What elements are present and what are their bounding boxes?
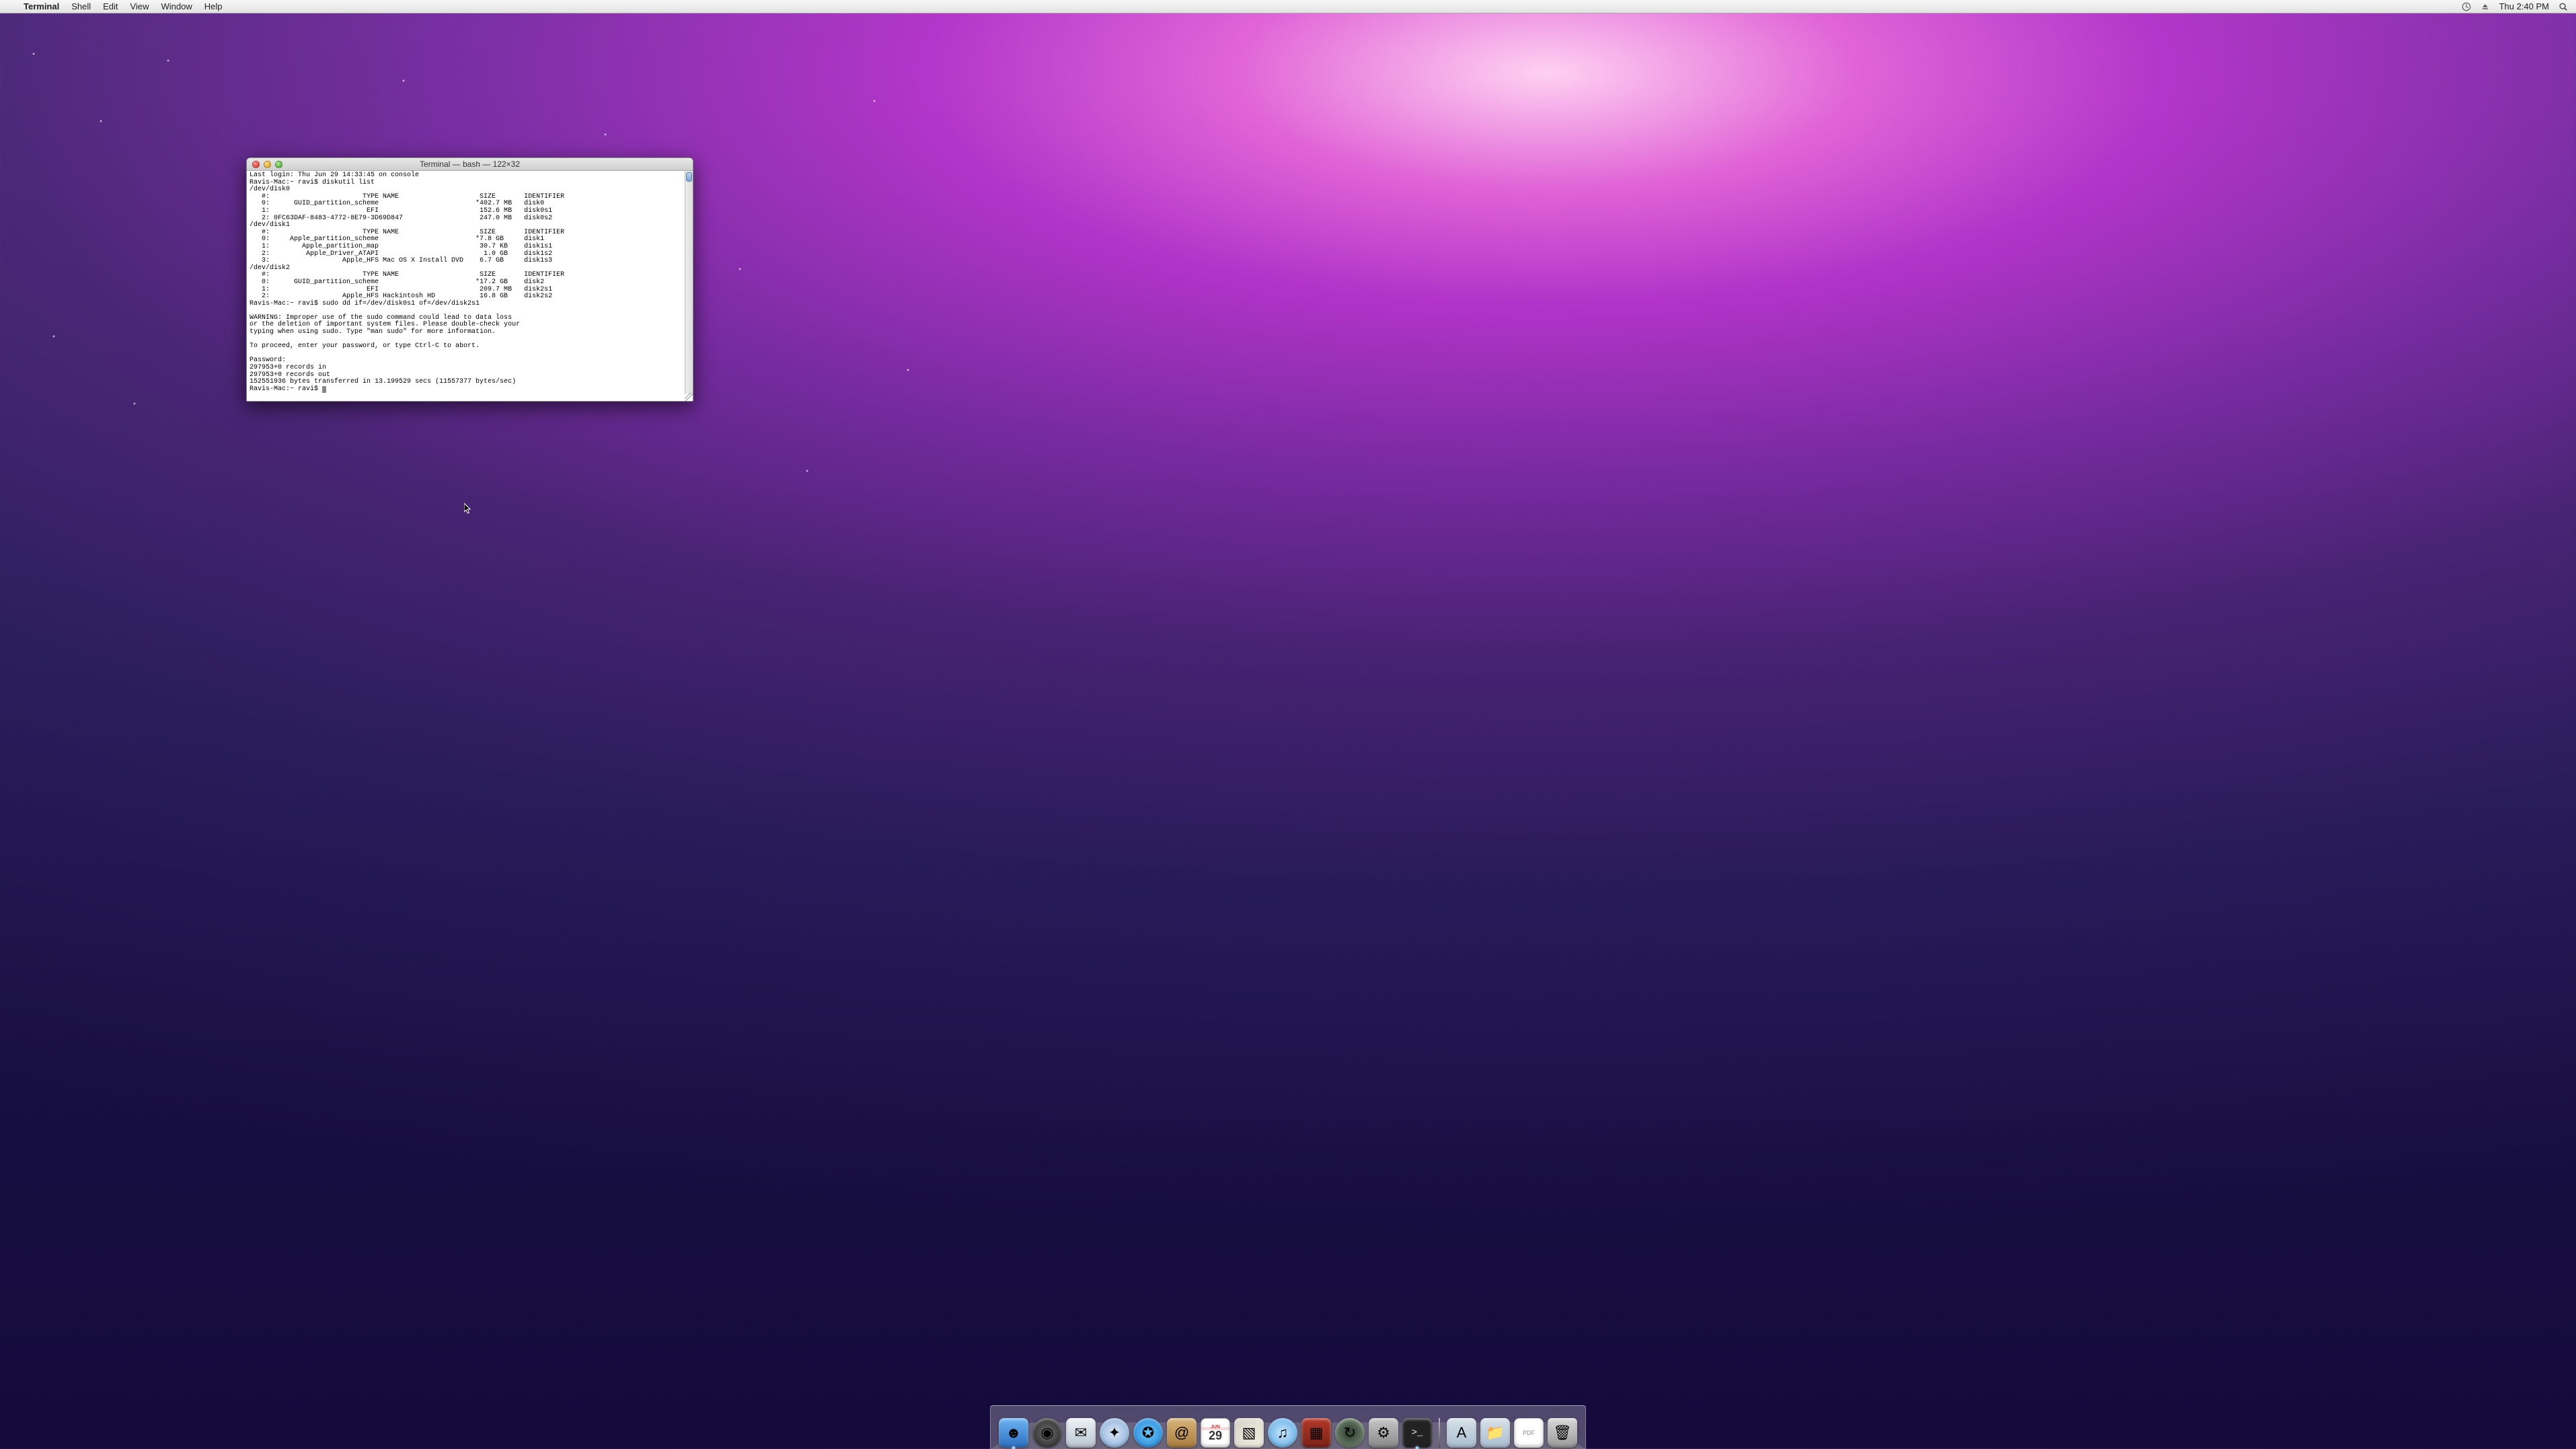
dock-item-preview[interactable]: ▧ [1234, 1418, 1264, 1448]
dock: ☻◉✉✦✪@JUN29▧♫▦↻⚙>_ A📁PDF🗑 [990, 1405, 1586, 1449]
terminal-cursor [322, 386, 326, 393]
menu-window[interactable]: Window [155, 1, 198, 11]
trash-icon: 🗑 [1548, 1418, 1577, 1448]
ichat-icon: ✪ [1133, 1418, 1163, 1448]
dock-item-systempreferences[interactable]: ⚙ [1369, 1418, 1398, 1448]
dock-item-dashboard[interactable]: ◉ [1032, 1418, 1062, 1448]
window-close-button[interactable] [252, 161, 260, 168]
mouse-cursor-icon [464, 503, 472, 515]
eject-status-icon[interactable] [2480, 2, 2490, 11]
time-machine-status-icon[interactable] [2462, 2, 2471, 11]
terminal-output[interactable]: Last login: Thu Jun 29 14:33:45 on conso… [247, 171, 693, 401]
dock-item-finder[interactable]: ☻ [999, 1418, 1028, 1448]
photobooth-icon: ▦ [1301, 1418, 1331, 1448]
terminal-window[interactable]: Terminal — bash — 122×32 Last login: Thu… [246, 157, 693, 402]
menu-shell[interactable]: Shell [65, 1, 97, 11]
menu-view[interactable]: View [124, 1, 155, 11]
dock-item-mail[interactable]: ✉ [1066, 1418, 1096, 1448]
dock-item-trash[interactable]: 🗑 [1548, 1418, 1577, 1448]
timemachine-icon: ↻ [1335, 1418, 1365, 1448]
window-title: Terminal — bash — 122×32 [247, 159, 693, 169]
pdf-document-icon: PDF [1514, 1418, 1544, 1448]
finder-icon: ☻ [999, 1418, 1028, 1448]
dock-item-photobooth[interactable]: ▦ [1301, 1418, 1331, 1448]
addressbook-icon: @ [1167, 1418, 1197, 1448]
dock-item-timemachine[interactable]: ↻ [1335, 1418, 1365, 1448]
dock-item-ichat[interactable]: ✪ [1133, 1418, 1163, 1448]
dock-item-documents-folder[interactable]: 📁 [1480, 1418, 1510, 1448]
mail-icon: ✉ [1066, 1418, 1096, 1448]
window-minimize-button[interactable] [264, 161, 271, 168]
menubar: Terminal Shell Edit View Window Help Thu… [0, 0, 2576, 13]
dock-item-terminal[interactable]: >_ [1402, 1418, 1432, 1448]
menu-help[interactable]: Help [198, 1, 229, 11]
ical-icon: JUN29 [1201, 1418, 1230, 1448]
safari-icon: ✦ [1100, 1418, 1129, 1448]
dock-item-addressbook[interactable]: @ [1167, 1418, 1197, 1448]
window-titlebar[interactable]: Terminal — bash — 122×32 [247, 158, 693, 171]
terminal-scrollbar[interactable] [685, 171, 693, 394]
systempreferences-icon: ⚙ [1369, 1418, 1398, 1448]
dashboard-icon: ◉ [1032, 1418, 1062, 1448]
scrollbar-thumb[interactable] [686, 172, 692, 182]
preview-icon: ▧ [1234, 1418, 1264, 1448]
running-indicator [1012, 1446, 1016, 1449]
dock-item-applications-folder[interactable]: A [1447, 1418, 1476, 1448]
dock-item-ical[interactable]: JUN29 [1201, 1418, 1230, 1448]
window-zoom-button[interactable] [275, 161, 282, 168]
documents-folder-icon: 📁 [1480, 1418, 1510, 1448]
menubar-clock[interactable]: Thu 2:40 PM [2499, 1, 2549, 11]
app-menu[interactable]: Terminal [17, 1, 65, 11]
window-resize-grip[interactable] [685, 393, 693, 401]
running-indicator [1416, 1446, 1419, 1449]
menu-edit[interactable]: Edit [97, 1, 124, 11]
dock-item-itunes[interactable]: ♫ [1268, 1418, 1297, 1448]
applications-folder-icon: A [1447, 1418, 1476, 1448]
itunes-icon: ♫ [1268, 1418, 1297, 1448]
terminal-icon: >_ [1402, 1418, 1432, 1448]
dock-item-pdf-document[interactable]: PDF [1514, 1418, 1544, 1448]
spotlight-icon[interactable] [2559, 2, 2568, 11]
dock-separator [1439, 1418, 1440, 1448]
dock-item-safari[interactable]: ✦ [1100, 1418, 1129, 1448]
